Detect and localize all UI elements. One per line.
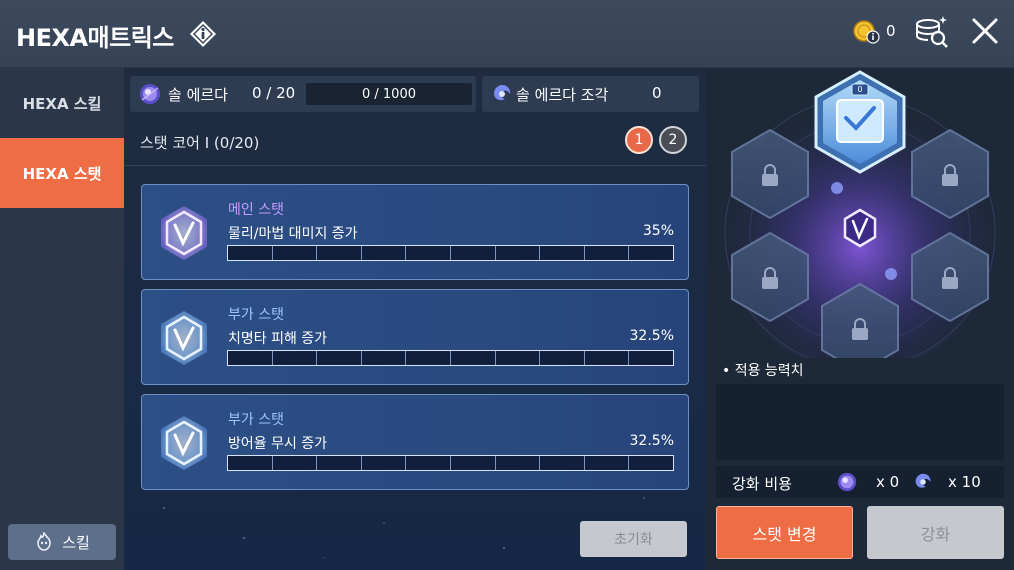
stat-card-sub-1[interactable]: 부가 스탯 치명타 피해 증가 32.5% — [141, 289, 689, 385]
hexa-matrix-grid — [706, 68, 1014, 358]
stat-name-label: 물리/마법 대미지 증가 — [228, 226, 358, 242]
sidebar: HEXA 스킬 HEXA 스탯 스킬 — [0, 68, 124, 570]
cost-label: 강화 비용 — [732, 475, 792, 493]
core-page-2-button[interactable]: 2 — [659, 126, 687, 154]
enhance-cost-row: 강화 비용 x 0 x 10 — [716, 466, 1004, 498]
stat-type-label: 부가 스탯 — [228, 307, 284, 323]
info-diamond-icon[interactable] — [189, 20, 217, 48]
skill-button-label: 스킬 — [62, 533, 90, 552]
sol-erda-label: 솔 에르다 — [168, 86, 228, 104]
stat-name-label: 치명타 피해 증가 — [228, 331, 328, 347]
sub-stat-emblem-icon — [161, 311, 207, 365]
cost-sol-erda-value: x 0 — [876, 473, 900, 491]
stat-card-sub-2[interactable]: 부가 스탯 방어율 무시 증가 32.5% — [141, 394, 689, 490]
center-emblem-icon — [843, 208, 877, 248]
stat-value-label: 35% — [642, 223, 674, 239]
sol-erda-fragment-icon — [494, 85, 511, 101]
sidebar-tab-hexa-skill[interactable]: HEXA 스킬 — [0, 68, 124, 138]
reset-button[interactable]: 초기화 — [580, 521, 687, 557]
sol-erda-fragment-box: 솔 에르다 조각 0 — [482, 76, 699, 112]
main-stat-emblem-icon — [161, 206, 207, 260]
cost-fragment-value: x 10 — [948, 473, 981, 491]
stat-card-main[interactable]: 메인 스탯 물리/마법 대미지 증가 35% — [141, 184, 689, 280]
stat-level-gauge — [227, 350, 674, 366]
applied-stats-box — [716, 384, 1004, 460]
sub-stat-emblem-icon — [161, 416, 207, 470]
stat-value-label: 32.5% — [629, 328, 674, 344]
stat-level-gauge — [227, 455, 674, 471]
stat-type-label: 메인 스탯 — [228, 202, 284, 218]
active-slot-level: 0 — [857, 85, 863, 94]
sol-erda-fragment-icon — [915, 473, 931, 488]
matrix-panel: 0 • 적용 능력치 강화 비용 x 0 x 10 스탯 변경 강화 — [706, 68, 1014, 570]
close-icon[interactable] — [970, 16, 1000, 46]
page-title: HEXA매트릭스 — [16, 24, 174, 52]
coin-info-icon[interactable] — [852, 19, 880, 45]
sol-erda-box: 솔 에르다 0 / 20 0 / 1000 — [130, 76, 476, 112]
fragment-value: 0 — [652, 84, 662, 102]
sol-erda-value: 0 / 20 — [252, 84, 296, 102]
stat-level-gauge — [227, 245, 674, 261]
sol-erda-icon — [837, 472, 857, 492]
stat-core-panel: 솔 에르다 0 / 20 0 / 1000 솔 에르다 조각 0 스탯 코어 I… — [124, 68, 706, 570]
header-bar: HEXA매트릭스 0 — [0, 0, 1014, 68]
stat-value-label: 32.5% — [629, 433, 674, 449]
core-title: 스탯 코어 I (0/20) — [140, 134, 260, 152]
sol-erda-gauge: 0 / 1000 — [306, 83, 472, 105]
core-header: 스탯 코어 I (0/20) — [124, 120, 706, 166]
sol-erda-icon — [140, 84, 160, 104]
stat-type-label: 부가 스탯 — [228, 412, 284, 428]
stat-name-label: 방어율 무시 증가 — [228, 436, 328, 452]
change-stat-button[interactable]: 스탯 변경 — [716, 506, 853, 559]
sidebar-tab-hexa-stat[interactable]: HEXA 스탯 — [0, 138, 124, 208]
fragment-label: 솔 에르다 조각 — [516, 86, 609, 104]
core-page-1-button[interactable]: 1 — [625, 126, 653, 154]
skill-button[interactable]: 스킬 — [8, 524, 116, 560]
coin-count: 0 — [886, 22, 896, 40]
coin-search-icon[interactable] — [912, 14, 950, 50]
skill-flame-icon — [37, 532, 51, 551]
enhance-button[interactable]: 강화 — [867, 506, 1004, 559]
applied-stats-label: • 적용 능력치 — [722, 363, 804, 379]
